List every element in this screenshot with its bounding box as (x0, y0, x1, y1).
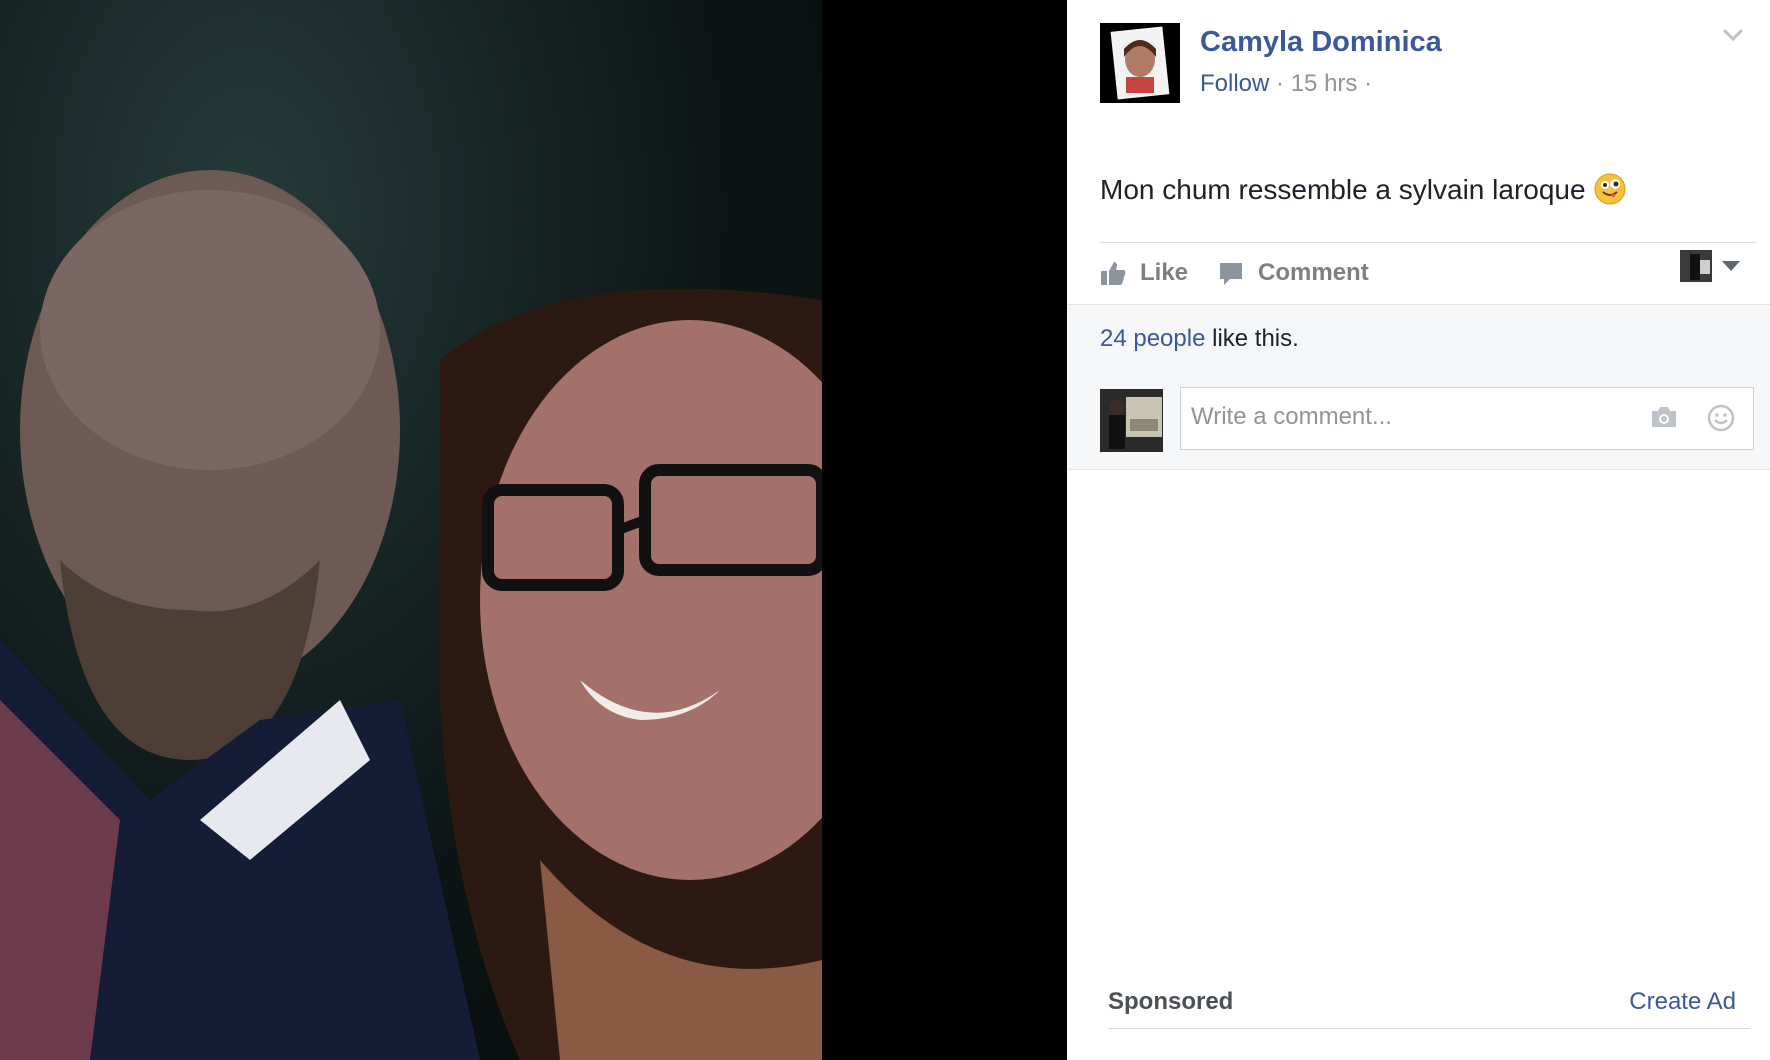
caret-down-icon (1722, 261, 1740, 271)
post-meta: Follow · 15 hrs · (1200, 70, 1372, 98)
like-button[interactable]: Like (1100, 259, 1188, 287)
post-timestamp[interactable]: 15 hrs (1291, 70, 1358, 97)
comment-box[interactable] (1180, 387, 1754, 450)
meta-separator: · (1276, 70, 1285, 97)
sponsored-heading: Sponsored (1108, 988, 1234, 1015)
smiley-icon[interactable] (1707, 404, 1735, 432)
post-text: Mon chum ressemble a sylvain laroque (1100, 173, 1626, 212)
likes-suffix: like this. (1212, 325, 1299, 352)
meta-separator-trailing: · (1364, 70, 1373, 97)
author-name[interactable]: Camyla Dominica (1200, 26, 1442, 59)
chevron-down-icon[interactable] (1722, 28, 1744, 47)
post-photo[interactable] (0, 0, 822, 1060)
user-thumb (1680, 250, 1712, 282)
audience-selector[interactable] (1680, 250, 1740, 282)
comment-label: Comment (1258, 259, 1369, 286)
divider (1100, 242, 1756, 243)
winking-face-with-tongue-icon (1594, 173, 1626, 212)
create-ad-link[interactable]: Create Ad (1629, 988, 1736, 1016)
photo-viewer (0, 0, 1067, 1060)
comment-bubble-icon (1220, 263, 1243, 285)
likes-summary: 24 people like this. (1100, 325, 1299, 353)
author-avatar[interactable] (1100, 23, 1180, 103)
feedback-panel: 24 people like this. (1067, 304, 1770, 470)
post-message: Mon chum ressemble a sylvain laroque (1100, 174, 1586, 205)
camera-icon[interactable] (1650, 405, 1678, 429)
divider (1108, 1028, 1750, 1029)
like-label: Like (1140, 259, 1189, 286)
comment-button[interactable]: Comment (1218, 259, 1369, 287)
commenter-avatar (1100, 389, 1163, 452)
likes-count-link[interactable]: 24 people (1100, 325, 1205, 352)
post-sidebar: Camyla Dominica Follow · 15 hrs · Mon ch… (1067, 0, 1770, 1060)
follow-link[interactable]: Follow (1200, 70, 1269, 97)
comment-input[interactable] (1189, 402, 1653, 432)
post-actions: Like Comment (1100, 253, 1399, 293)
like-thumb-icon (1101, 262, 1126, 285)
